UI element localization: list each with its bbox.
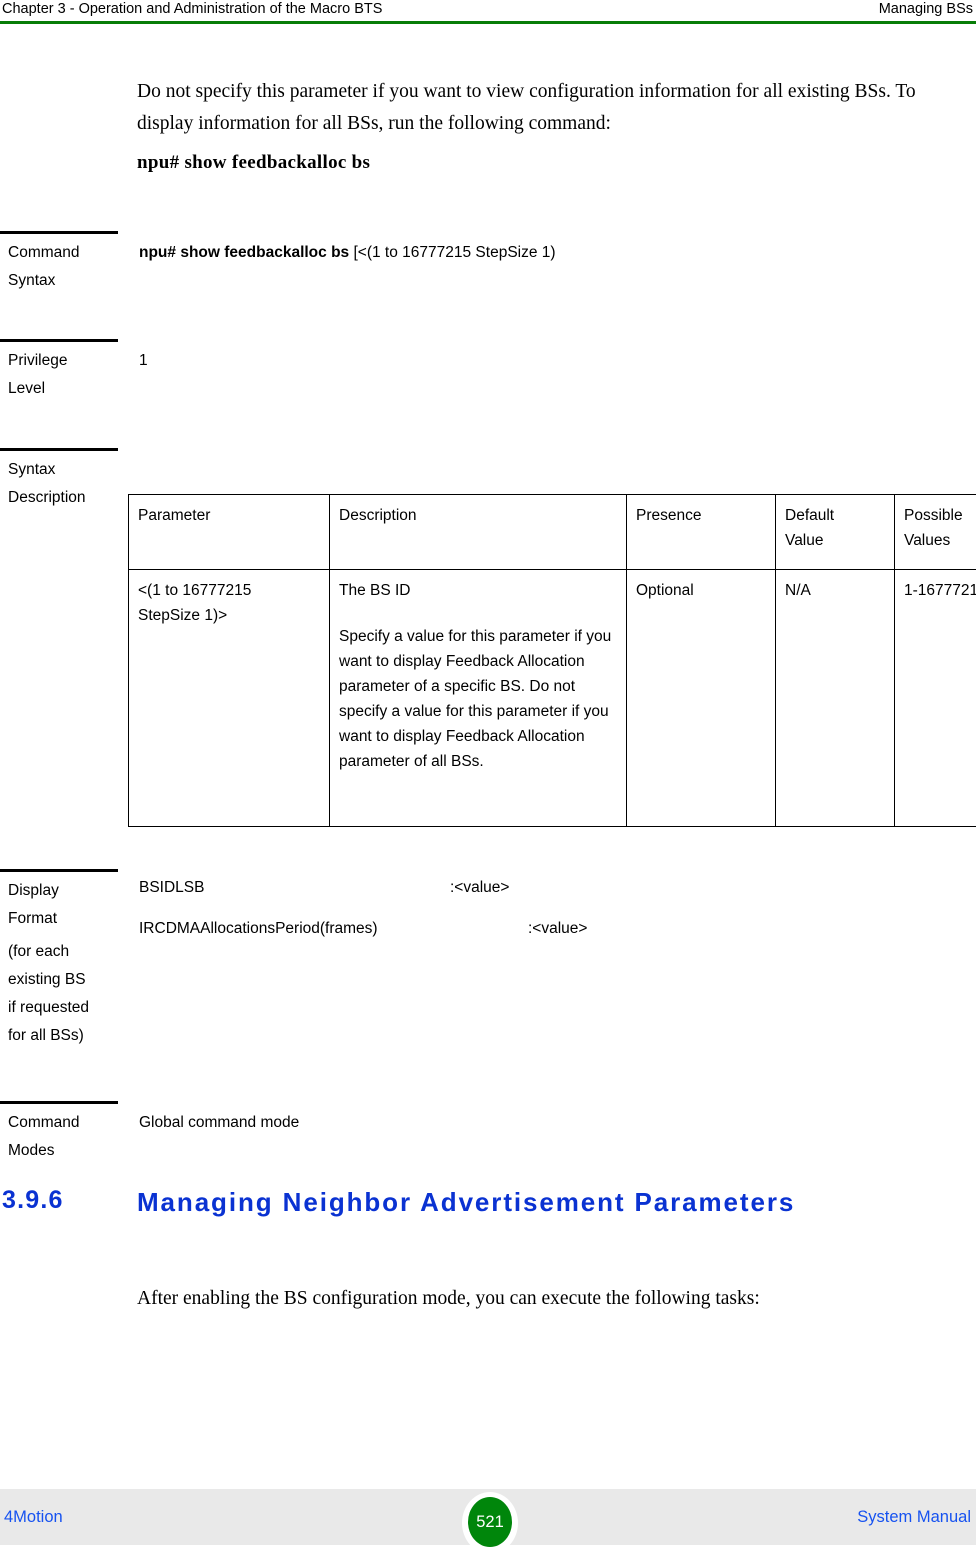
display-format-label: Display Format (8, 877, 128, 933)
display-format-note: (for each existing BS if requested for a… (8, 938, 128, 1050)
column-header-possible-values-line2: Values (904, 528, 976, 553)
command-modes-label-line1: Command (8, 1109, 128, 1137)
display-format-field-name-1: IRCDMAAllocationsPeriod(frames) (139, 920, 378, 938)
header-section-title: Managing BSs (879, 1, 973, 17)
section-number: 3.9.6 (2, 1186, 64, 1215)
syntax-description-label-line2: Description (8, 484, 128, 512)
command-syntax-label-line2: Syntax (8, 267, 128, 295)
display-format-note-line3: if requested (8, 994, 128, 1022)
cell-default-value: N/A (776, 570, 895, 827)
parameter-table: Parameter Description Presence Default V… (128, 494, 976, 827)
column-header-default-value-line1: Default (785, 503, 885, 528)
display-format-note-line1: (for each (8, 938, 128, 966)
column-header-presence: Presence (627, 495, 776, 570)
command-syntax-value: npu# show feedbackalloc bs [<(1 to 16777… (139, 239, 556, 267)
syntax-description-rule (0, 448, 118, 451)
column-header-description: Description (330, 495, 627, 570)
syntax-description-label: Syntax Description (8, 456, 128, 512)
privilege-level-label: Privilege Level (8, 347, 128, 403)
command-syntax-label: Command Syntax (8, 239, 128, 295)
footer-manual-label: System Manual (857, 1508, 971, 1527)
command-syntax-label-line1: Command (8, 239, 128, 267)
column-header-default-value: Default Value (776, 495, 895, 570)
privilege-level-value: 1 (139, 347, 148, 375)
column-header-default-value-line2: Value (785, 528, 885, 553)
cell-parameter-line1: <(1 to 16777215 (138, 578, 320, 603)
command-modes-label: Command Modes (8, 1109, 128, 1165)
closing-paragraph: After enabling the BS configuration mode… (137, 1283, 975, 1315)
cell-presence: Optional (627, 570, 776, 827)
cell-possible-values: 1-16777215 (895, 570, 976, 827)
footer-brand-label: 4Motion (4, 1508, 63, 1527)
display-format-label-line1: Display (8, 877, 128, 905)
command-syntax-value-rest: [<(1 to 16777215 StepSize 1) (349, 244, 555, 261)
display-format-field-name-0: BSIDLSB (139, 879, 204, 897)
privilege-level-label-line2: Level (8, 375, 128, 403)
intro-paragraph: Do not specify this parameter if you wan… (137, 76, 975, 140)
command-syntax-value-bold: npu# show feedbackalloc bs (139, 244, 349, 261)
display-format-note-line2: existing BS (8, 966, 128, 994)
column-header-possible-values: Possible Values (895, 495, 976, 570)
cell-parameter: <(1 to 16777215 StepSize 1)> (129, 570, 330, 827)
cell-description: The BS ID Specify a value for this param… (330, 570, 627, 827)
footer-page-number: 521 (468, 1497, 512, 1547)
table-row: <(1 to 16777215 StepSize 1)> The BS ID S… (129, 570, 976, 827)
display-format-note-line4: for all BSs) (8, 1022, 128, 1050)
command-modes-label-line2: Modes (8, 1137, 128, 1165)
syntax-description-label-line1: Syntax (8, 456, 128, 484)
display-format-label-line2: Format (8, 905, 128, 933)
display-format-rule (0, 869, 118, 872)
privilege-level-label-line1: Privilege (8, 347, 128, 375)
privilege-level-rule (0, 339, 118, 342)
header-divider-rule (0, 21, 976, 24)
display-format-field-value-0: :<value> (450, 879, 509, 897)
column-header-parameter: Parameter (129, 495, 330, 570)
cell-description-paragraph-1: The BS ID (339, 578, 617, 603)
table-header-row: Parameter Description Presence Default V… (129, 495, 976, 570)
command-modes-value: Global command mode (139, 1109, 299, 1137)
section-heading-title: Managing Neighbor Advertisement Paramete… (137, 1183, 947, 1221)
command-syntax-rule (0, 231, 118, 234)
command-modes-rule (0, 1101, 118, 1104)
cell-description-paragraph-2: Specify a value for this parameter if yo… (339, 624, 617, 774)
header-chapter-title: Chapter 3 - Operation and Administration… (2, 1, 382, 17)
intro-command-line: npu# show feedbackalloc bs (137, 152, 370, 174)
column-header-possible-values-line1: Possible (904, 503, 976, 528)
display-format-field-value-1: :<value> (528, 920, 587, 938)
cell-parameter-line2: StepSize 1)> (138, 603, 320, 628)
